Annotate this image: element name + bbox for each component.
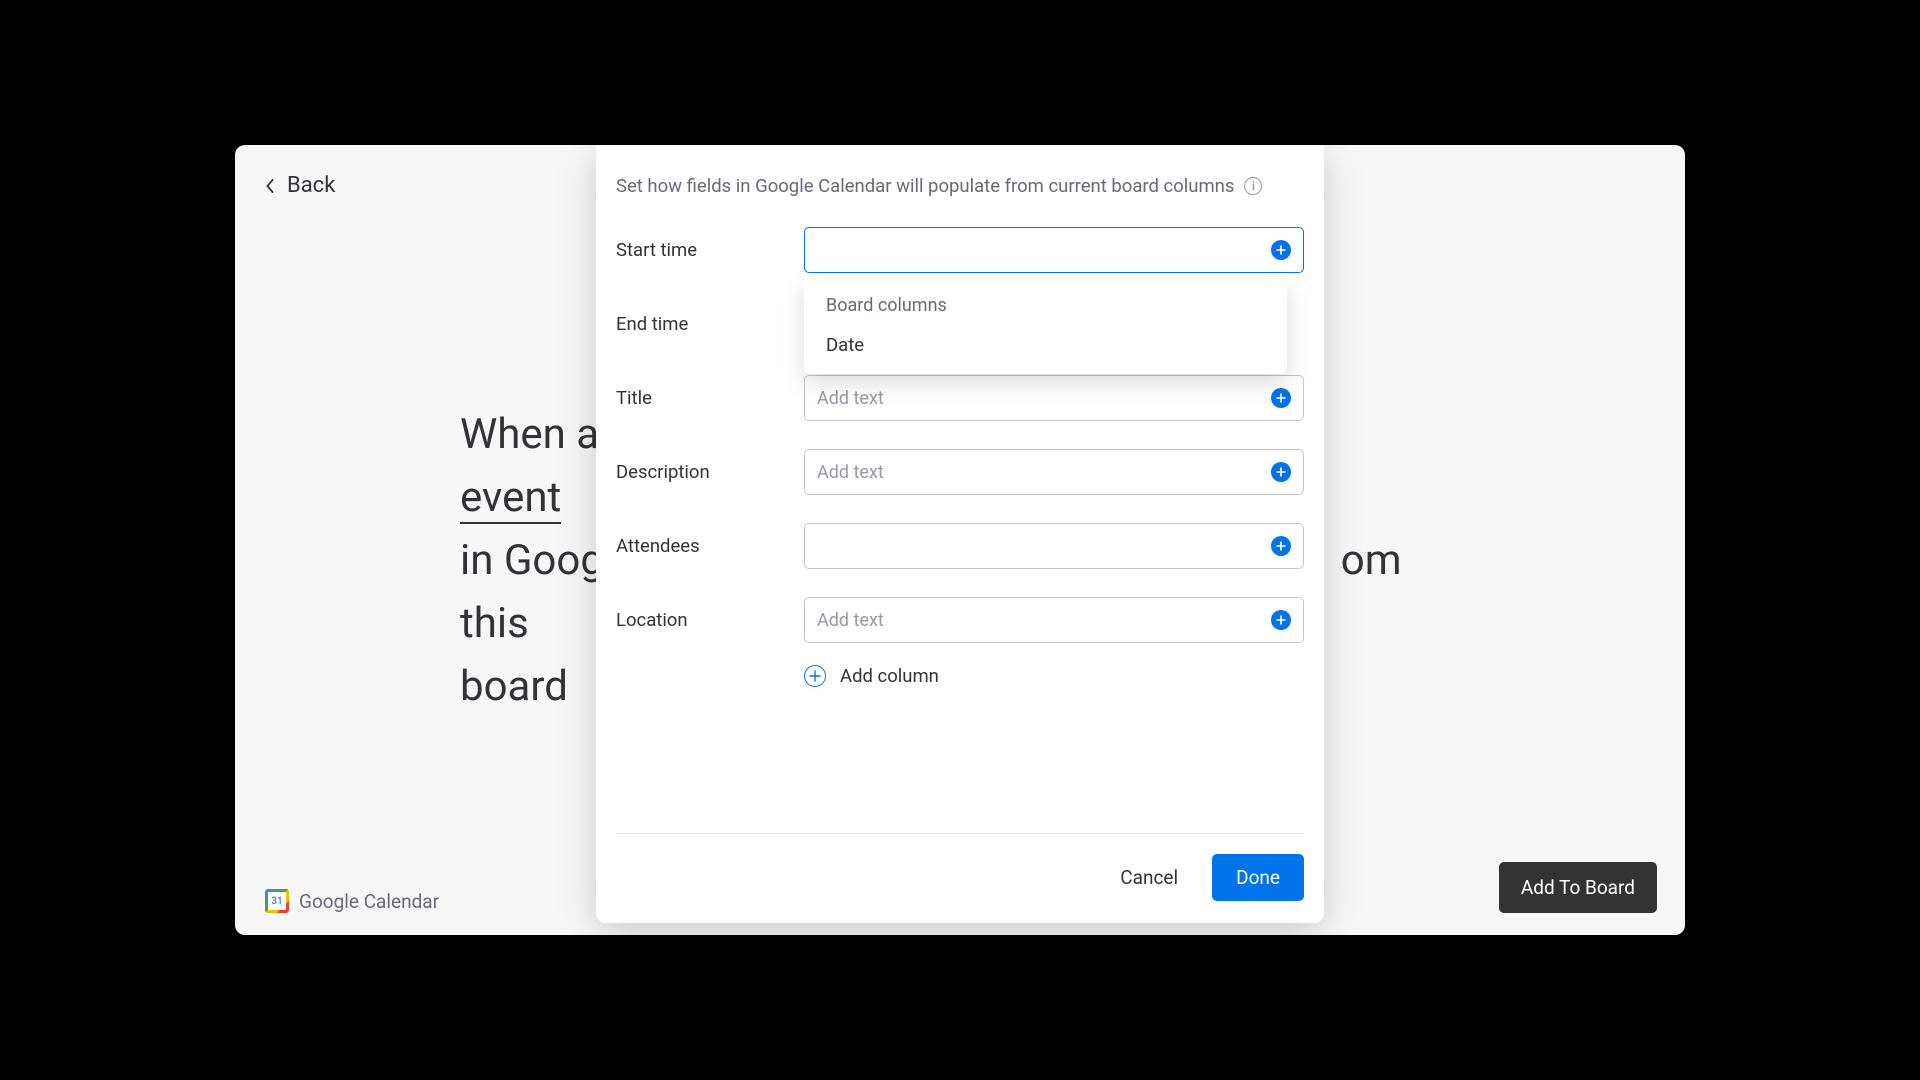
- column-dropdown: Board columns Date: [804, 279, 1287, 374]
- chevron-left-icon: [263, 179, 277, 193]
- add-mapping-icon[interactable]: [1271, 462, 1291, 482]
- add-to-board-button[interactable]: Add To Board: [1499, 862, 1657, 913]
- description-input[interactable]: Add text: [804, 449, 1304, 495]
- add-column-button[interactable]: Add column: [804, 665, 1304, 687]
- modal-footer: Cancel Done: [616, 833, 1304, 923]
- field-label: Location: [616, 609, 804, 631]
- done-label: Done: [1236, 866, 1280, 889]
- add-column-label: Add column: [840, 665, 939, 687]
- add-mapping-icon[interactable]: [1271, 610, 1291, 630]
- add-to-board-label: Add To Board: [1521, 876, 1635, 899]
- modal-header: Set how fields in Google Calendar will p…: [616, 175, 1304, 197]
- input-placeholder: Add text: [817, 462, 884, 483]
- input-placeholder: Add text: [817, 610, 884, 631]
- google-calendar-label: Google Calendar: [299, 890, 439, 913]
- info-icon[interactable]: i: [1244, 177, 1262, 195]
- field-row-description: Description Add text: [616, 449, 1304, 495]
- app-frame: Back When a event in Goog om this board …: [235, 145, 1685, 935]
- field-mapping-modal: Set how fields in Google Calendar will p…: [596, 145, 1324, 923]
- cancel-button[interactable]: Cancel: [1114, 856, 1184, 899]
- google-calendar-footer: Google Calendar: [265, 889, 439, 913]
- add-mapping-icon[interactable]: [1271, 388, 1291, 408]
- field-label: End time: [616, 313, 804, 335]
- field-row-attendees: Attendees: [616, 523, 1304, 569]
- dropdown-header: Board columns: [804, 293, 1287, 326]
- back-button[interactable]: Back: [263, 173, 335, 198]
- field-label: Start time: [616, 239, 804, 261]
- sentence-text: board: [460, 662, 568, 711]
- sentence-text-underlined: event: [460, 473, 561, 524]
- modal-header-text: Set how fields in Google Calendar will p…: [616, 175, 1234, 197]
- sentence-text: When a: [460, 410, 599, 459]
- google-calendar-icon: [265, 889, 289, 913]
- done-button[interactable]: Done: [1212, 854, 1304, 901]
- add-mapping-icon[interactable]: [1271, 240, 1291, 260]
- add-mapping-icon[interactable]: [1271, 536, 1291, 556]
- field-label: Attendees: [616, 535, 804, 557]
- attendees-input[interactable]: [804, 523, 1304, 569]
- field-label: Description: [616, 461, 804, 483]
- sentence-text: in Goog: [460, 536, 604, 585]
- plus-circle-icon: [804, 665, 826, 687]
- dropdown-item-date[interactable]: Date: [804, 326, 1287, 364]
- cancel-label: Cancel: [1120, 866, 1178, 889]
- title-input[interactable]: Add text: [804, 375, 1304, 421]
- start-time-input[interactable]: [804, 227, 1304, 273]
- field-label: Title: [616, 387, 804, 409]
- field-row-title: Title Add text: [616, 375, 1304, 421]
- field-row-location: Location Add text: [616, 597, 1304, 643]
- field-row-start-time: Start time Board columns Date: [616, 227, 1304, 273]
- input-placeholder: Add text: [817, 388, 884, 409]
- location-input[interactable]: Add text: [804, 597, 1304, 643]
- back-label: Back: [287, 173, 335, 198]
